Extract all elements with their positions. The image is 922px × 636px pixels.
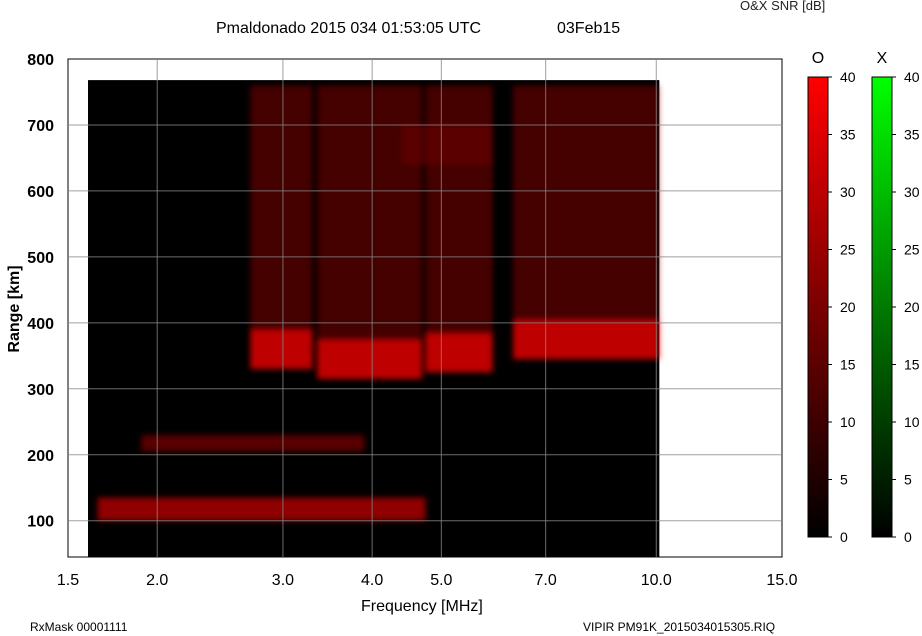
colorbar-tick-label: 20 (840, 299, 856, 315)
colorbar-tick-label: 15 (840, 357, 856, 373)
y-tick-label: 500 (27, 250, 54, 267)
colorbar-tick-label: 5 (904, 472, 912, 488)
y-tick-label: 300 (27, 382, 54, 399)
x-tick-label: 3.0 (272, 572, 294, 589)
colorbar-tick-label: 30 (840, 184, 856, 200)
colorbar-tick-label: 25 (904, 242, 920, 258)
colorbar-tick-label: 0 (840, 529, 848, 545)
colorbar-tick-label: 35 (904, 127, 920, 143)
f-multihop-trace (401, 124, 493, 165)
f-layer-trace (425, 332, 493, 373)
colorbar-x (871, 76, 893, 538)
f-layer-trace (425, 85, 493, 333)
f-layer-trace (513, 85, 660, 320)
f-layer-trace (250, 85, 313, 330)
x-tick-label: 15.0 (766, 572, 797, 589)
x-tick-label: 7.0 (535, 572, 557, 589)
e-layer-trace (97, 497, 426, 521)
colorbar-tick-label: 30 (904, 184, 920, 200)
colorbar-tick-label: 35 (840, 127, 856, 143)
colorbar-tick-label: 40 (904, 69, 920, 85)
es-layer-trace (141, 434, 365, 452)
colorbar-header-x: X (877, 50, 888, 67)
ionogram-chart: 1.5 2.0 3.0 4.0 5.0 7.0 10.0 15.010020030040050… (27, 50, 920, 589)
f-layer-trace (250, 329, 313, 370)
colorbar-tick-label: 40 (840, 69, 856, 85)
y-tick-label: 100 (27, 514, 54, 531)
colorbar-tick-label: 10 (840, 414, 856, 430)
x-tick-label: 4.0 (361, 572, 383, 589)
colorbar-header-o: O (812, 50, 824, 67)
y-tick-label: 200 (27, 448, 54, 465)
colorbar-tick-label: 20 (904, 299, 920, 315)
f-layer-trace (513, 319, 660, 360)
y-tick-label: 600 (27, 184, 54, 201)
x-tick-label: 5.0 (430, 572, 452, 589)
colorbar-tick-label: 0 (904, 529, 912, 545)
x-tick-label: 2.0 (146, 572, 168, 589)
y-tick-label: 800 (27, 52, 54, 69)
y-tick-label: 400 (27, 316, 54, 333)
colorbar-tick-label: 25 (840, 242, 856, 258)
colorbar-tick-label: 10 (904, 414, 920, 430)
f-layer-trace (317, 85, 423, 340)
colorbar-o (807, 76, 829, 538)
colorbar-tick-label: 15 (904, 357, 920, 373)
x-tick-label: 1.5 (57, 572, 79, 589)
f-layer-trace (317, 339, 423, 379)
y-tick-label: 700 (27, 118, 54, 135)
x-tick-label: 10.0 (641, 572, 672, 589)
colorbar-tick-label: 5 (840, 472, 848, 488)
